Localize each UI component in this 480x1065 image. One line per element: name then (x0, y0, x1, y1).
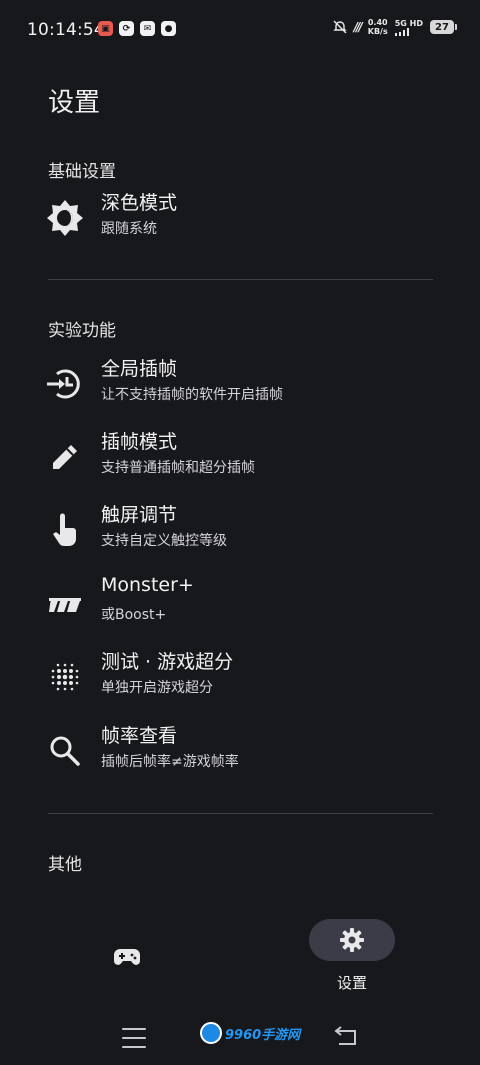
setting-label: 测试 · 游戏超分 (101, 651, 234, 673)
watermark: 9960手游网 (200, 1022, 300, 1044)
global-frame-icon (45, 364, 85, 404)
setting-label: 插帧模式 (101, 431, 178, 453)
setting-dark-mode[interactable]: 深色模式 跟随系统 (0, 192, 480, 258)
monster-status-icon: /// (353, 20, 363, 34)
divider (48, 813, 433, 814)
battery-level: 27 (435, 21, 449, 33)
page-title: 设置 (48, 88, 101, 118)
setting-framerate-view[interactable]: 帧率查看 插帧后帧率≠游戏帧率 (0, 725, 480, 791)
system-navigation-bar: 9960手游网 (0, 1010, 480, 1065)
game-notification-icon: ● (161, 21, 176, 36)
setting-subtitle: 支持自定义触控等级 (101, 533, 227, 549)
setting-global-frame[interactable]: 全局插帧 让不支持插帧的软件开启插帧 (0, 358, 480, 424)
setting-label: 全局插帧 (101, 358, 178, 380)
section-title-experimental: 实验功能 (48, 321, 116, 341)
network-speed-unit: KB/s (367, 27, 388, 36)
setting-label: 触屏调节 (101, 504, 178, 526)
network-speed: 0.40 KB/s (368, 18, 388, 36)
nav-games-tab[interactable] (102, 932, 152, 982)
setting-subtitle: 或Boost+ (101, 607, 167, 623)
bottom-navigation: 设置 (0, 910, 480, 1000)
search-icon (45, 731, 85, 771)
signal-indicator: 5G HD (394, 18, 423, 36)
setting-touch-adjust[interactable]: 触屏调节 支持自定义触控等级 (0, 504, 480, 570)
sync-notification-icon: ⟳ (119, 21, 134, 36)
mail-notification-icon: ✉ (140, 21, 155, 36)
watermark-logo-icon (200, 1022, 222, 1044)
notification-icons: ▣ ⟳ ✉ ● (98, 21, 176, 36)
divider (48, 279, 433, 280)
nav-settings-label[interactable]: 设置 (316, 972, 388, 993)
alarm-off-icon (332, 20, 347, 34)
nav-settings-tab[interactable] (309, 919, 395, 961)
setting-label: 深色模式 (101, 192, 178, 214)
monster-icon (45, 584, 85, 624)
app-notification-icon: ▣ (98, 21, 113, 36)
signal-bars-icon (394, 27, 409, 36)
setting-label: Monster+ (101, 574, 194, 596)
setting-label: 帧率查看 (101, 725, 178, 747)
watermark-text: 9960手游网 (225, 1027, 301, 1043)
setting-subtitle: 让不支持插帧的软件开启插帧 (101, 387, 283, 403)
section-title-basic: 基础设置 (48, 162, 116, 182)
setting-monster-plus[interactable]: Monster+ 或Boost+ (0, 574, 480, 644)
brightness-icon (45, 198, 85, 238)
battery-icon: 27 (430, 20, 457, 34)
network-speed-value: 0.40 (367, 18, 388, 27)
status-right: /// 0.40 KB/s 5G HD 27 (332, 18, 457, 36)
status-time: 10:14:54 (27, 20, 105, 40)
setting-subtitle: 单独开启游戏超分 (101, 680, 213, 696)
pencil-icon (45, 437, 85, 477)
setting-subtitle: 跟随系统 (101, 221, 157, 237)
setting-frame-mode[interactable]: 插帧模式 支持普通插帧和超分插帧 (0, 431, 480, 497)
gamepad-icon (114, 949, 140, 965)
status-bar: 10:14:54 ▣ ⟳ ✉ ● /// 0.40 KB/s 5G HD 27 (0, 0, 480, 60)
setting-game-superres[interactable]: 测试 · 游戏超分 单独开启游戏超分 (0, 651, 480, 717)
setting-subtitle: 支持普通插帧和超分插帧 (101, 460, 255, 476)
touch-icon (45, 510, 85, 550)
recent-apps-icon[interactable] (122, 1028, 146, 1048)
dots-grid-icon (45, 657, 85, 697)
signal-label: 5G HD (394, 18, 423, 28)
gear-icon (340, 928, 364, 952)
section-title-other: 其他 (48, 855, 82, 875)
back-icon[interactable] (333, 1025, 359, 1047)
setting-subtitle: 插帧后帧率≠游戏帧率 (101, 754, 239, 770)
